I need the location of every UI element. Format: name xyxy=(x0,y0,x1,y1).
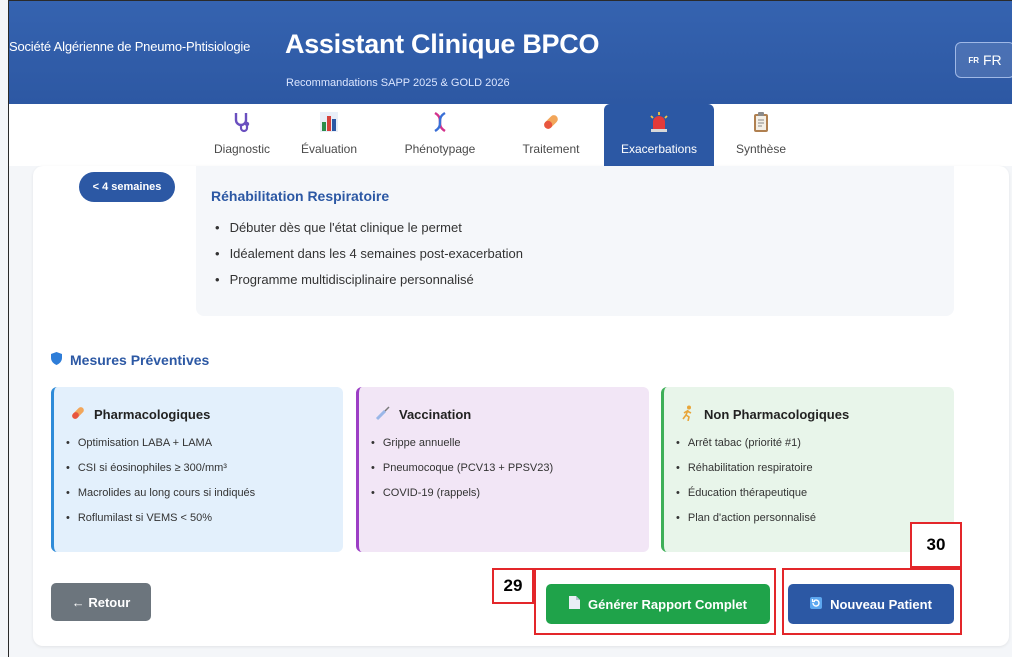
card-title: Vaccination xyxy=(375,405,471,424)
tab-label: Évaluation xyxy=(300,142,358,156)
language-toggle-button[interactable]: FR FR xyxy=(955,42,1012,78)
annotation-box-30 xyxy=(782,568,962,635)
language-label: FR xyxy=(983,52,1002,68)
pill-icon xyxy=(70,405,86,424)
dna-icon xyxy=(431,108,449,136)
preventive-title: Mesures Préventives xyxy=(51,352,209,368)
list-item: Grippe annuelle xyxy=(371,435,553,460)
annotation-box-29 xyxy=(534,568,776,635)
pharmacologic-list: Optimisation LABA + LAMA CSI si éosinoph… xyxy=(66,435,255,535)
annotation-label-30: 30 xyxy=(910,522,962,568)
card-title-text: Pharmacologiques xyxy=(94,407,211,422)
siren-icon xyxy=(648,108,670,136)
app-title: Assistant Clinique BPCO xyxy=(285,29,600,59)
bar-chart-icon xyxy=(320,108,338,136)
pharmacologic-card: Pharmacologiques Optimisation LABA + LAM… xyxy=(51,387,343,552)
rehab-list: Débuter dès que l'état clinique le perme… xyxy=(215,218,523,296)
list-item: Débuter dès que l'état clinique le perme… xyxy=(215,218,523,244)
vaccination-card: Vaccination Grippe annuelle Pneumocoque … xyxy=(356,387,649,552)
tab-evaluation[interactable]: Évaluation xyxy=(289,104,369,166)
list-item: Arrêt tabac (priorité #1) xyxy=(676,435,816,460)
flag-icon: FR xyxy=(968,55,979,65)
rehab-title: Réhabilitation Respiratoire xyxy=(211,188,390,204)
tab-label: Synthèse xyxy=(735,142,787,156)
card-title: Non Pharmacologiques xyxy=(680,405,849,424)
syringe-icon xyxy=(375,405,391,424)
list-item: CSI si éosinophiles ≥ 300/mm³ xyxy=(66,460,255,485)
non-pharmacologic-list: Arrêt tabac (priorité #1) Réhabilitation… xyxy=(676,435,816,535)
list-item: Idéalement dans les 4 semaines post-exac… xyxy=(215,244,523,270)
pill-icon xyxy=(540,108,562,136)
list-item: Réhabilitation respiratoire xyxy=(676,460,816,485)
tab-traitement[interactable]: Traitement xyxy=(509,104,593,166)
card-title-text: Non Pharmacologiques xyxy=(704,407,850,422)
tab-diagnostic[interactable]: Diagnostic xyxy=(202,104,282,166)
shield-icon xyxy=(51,352,62,368)
list-item: Plan d'action personnalisé xyxy=(676,510,816,535)
card-title-text: Vaccination xyxy=(399,407,472,422)
list-item: Pneumocoque (PCV13 + PPSV23) xyxy=(371,460,553,485)
stethoscope-icon xyxy=(232,108,252,136)
list-item: Éducation thérapeutique xyxy=(676,485,816,510)
tab-label: Diagnostic xyxy=(213,142,271,156)
list-item: Programme multidisciplinaire personnalis… xyxy=(215,270,523,296)
tab-phenotypage[interactable]: Phénotypage xyxy=(390,104,490,166)
tab-label: Traitement xyxy=(522,142,580,156)
tab-bar: Diagnostic Évaluation Phénotypage Traite… xyxy=(9,104,1012,166)
tab-synthese[interactable]: Synthèse xyxy=(721,104,801,166)
vaccination-list: Grippe annuelle Pneumocoque (PCV13 + PPS… xyxy=(371,435,553,510)
annotation-label-29: 29 xyxy=(492,568,534,604)
clipboard-icon xyxy=(753,108,769,136)
preventive-title-text: Mesures Préventives xyxy=(70,352,210,368)
list-item: Optimisation LABA + LAMA xyxy=(66,435,255,460)
tab-exacerbations[interactable]: Exacerbations xyxy=(604,104,714,166)
tab-label: Phénotypage xyxy=(404,142,476,156)
app-subtitle: Recommandations SAPP 2025 & GOLD 2026 xyxy=(286,77,510,89)
list-item: Roflumilast si VEMS < 50% xyxy=(66,510,255,535)
card-title: Pharmacologiques xyxy=(70,405,210,424)
list-item: Macrolides au long cours si indiqués xyxy=(66,485,255,510)
society-name: Société Algérienne de Pneumo-Phtisiologi… xyxy=(9,39,251,54)
app-header: Société Algérienne de Pneumo-Phtisiologi… xyxy=(9,1,1012,104)
runner-icon xyxy=(680,405,696,424)
list-item: COVID-19 (rappels) xyxy=(371,485,553,510)
tab-label: Exacerbations xyxy=(620,142,698,156)
timeline-badge: < 4 semaines xyxy=(79,172,175,202)
back-button[interactable]: ← Retour xyxy=(51,583,151,621)
